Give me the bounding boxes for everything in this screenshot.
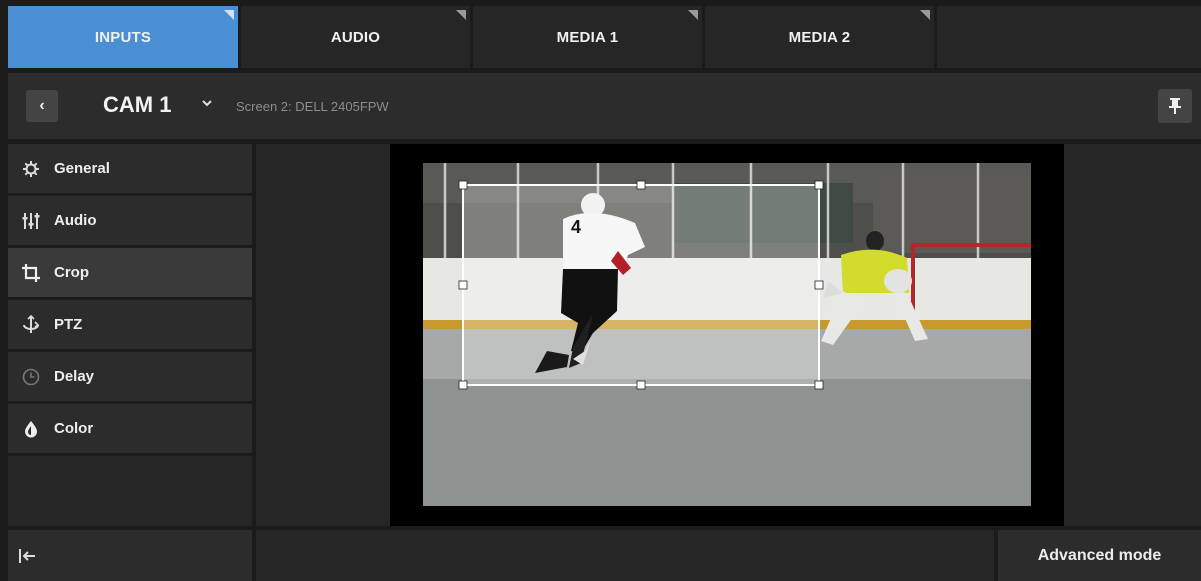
advanced-mode-label: Advanced mode xyxy=(1037,546,1162,564)
tab-label: MEDIA 2 xyxy=(788,28,851,46)
sidebar-filler xyxy=(8,456,252,526)
sidebar-item-label: Audio xyxy=(54,212,97,229)
clock-icon xyxy=(20,366,42,388)
crop-preview-image: 4 xyxy=(423,163,1031,506)
sidebar-item-label: General xyxy=(54,160,110,177)
tab-label: MEDIA 1 xyxy=(556,28,619,46)
crop-handle-bottom-left[interactable] xyxy=(459,381,467,389)
tab-bar: INPUTS AUDIO MEDIA 1 MEDIA 2 xyxy=(8,6,1201,68)
pin-icon xyxy=(1169,98,1181,114)
sidebar-item-label: Color xyxy=(54,420,94,437)
input-header: ‹ CAM 1 Screen 2: DELL 2405FPW xyxy=(8,73,1201,139)
crop-icon xyxy=(20,262,42,284)
collapse-sidebar-button[interactable] xyxy=(8,530,252,581)
tab-empty xyxy=(937,6,1201,68)
ptz-icon xyxy=(20,314,42,336)
pin-button[interactable] xyxy=(1158,89,1192,123)
sidebar-item-general[interactable]: General xyxy=(8,144,252,193)
crop-handle-bottom[interactable] xyxy=(637,381,645,389)
settings-sidebar: General Audio Crop PTZ Delay Color xyxy=(8,144,252,526)
sidebar-item-label: PTZ xyxy=(54,316,83,333)
sidebar-item-delay[interactable]: Delay xyxy=(8,352,252,401)
sidebar-item-crop[interactable]: Crop xyxy=(8,248,252,297)
screen-label: Screen 2: DELL 2405FPW xyxy=(236,99,389,114)
drop-icon xyxy=(20,418,42,440)
svg-text:4: 4 xyxy=(571,217,581,237)
tab-inputs[interactable]: INPUTS xyxy=(8,6,238,68)
chevron-down-icon[interactable] xyxy=(201,95,213,111)
tab-media-1[interactable]: MEDIA 1 xyxy=(473,6,702,68)
crop-handle-top[interactable] xyxy=(637,181,645,189)
sidebar-item-ptz[interactable]: PTZ xyxy=(8,300,252,349)
corner-indicator-icon xyxy=(688,10,698,20)
tab-label: INPUTS xyxy=(94,28,152,46)
tab-media-2[interactable]: MEDIA 2 xyxy=(705,6,934,68)
bottom-bar xyxy=(256,530,994,581)
sidebar-item-label: Delay xyxy=(54,368,95,385)
tab-label: AUDIO xyxy=(330,28,381,46)
sliders-icon xyxy=(20,210,42,232)
sidebar-item-audio[interactable]: Audio xyxy=(8,196,252,245)
corner-indicator-icon xyxy=(224,10,234,20)
chevron-left-icon: ‹ xyxy=(39,97,45,114)
tab-audio[interactable]: AUDIO xyxy=(241,6,470,68)
back-button[interactable]: ‹ xyxy=(26,90,58,122)
crop-handle-top-left[interactable] xyxy=(459,181,467,189)
crop-handle-left[interactable] xyxy=(459,281,467,289)
crop-handle-top-right[interactable] xyxy=(815,181,823,189)
input-title[interactable]: CAM 1 xyxy=(103,92,171,118)
gear-icon xyxy=(20,158,42,180)
sidebar-item-color[interactable]: Color xyxy=(8,404,252,453)
corner-indicator-icon xyxy=(456,10,466,20)
crop-handle-right[interactable] xyxy=(815,281,823,289)
corner-indicator-icon xyxy=(920,10,930,20)
collapse-left-icon xyxy=(19,548,35,563)
advanced-mode-button[interactable]: Advanced mode xyxy=(998,530,1201,581)
sidebar-item-label: Crop xyxy=(54,264,89,281)
crop-handle-bottom-right[interactable] xyxy=(815,381,823,389)
